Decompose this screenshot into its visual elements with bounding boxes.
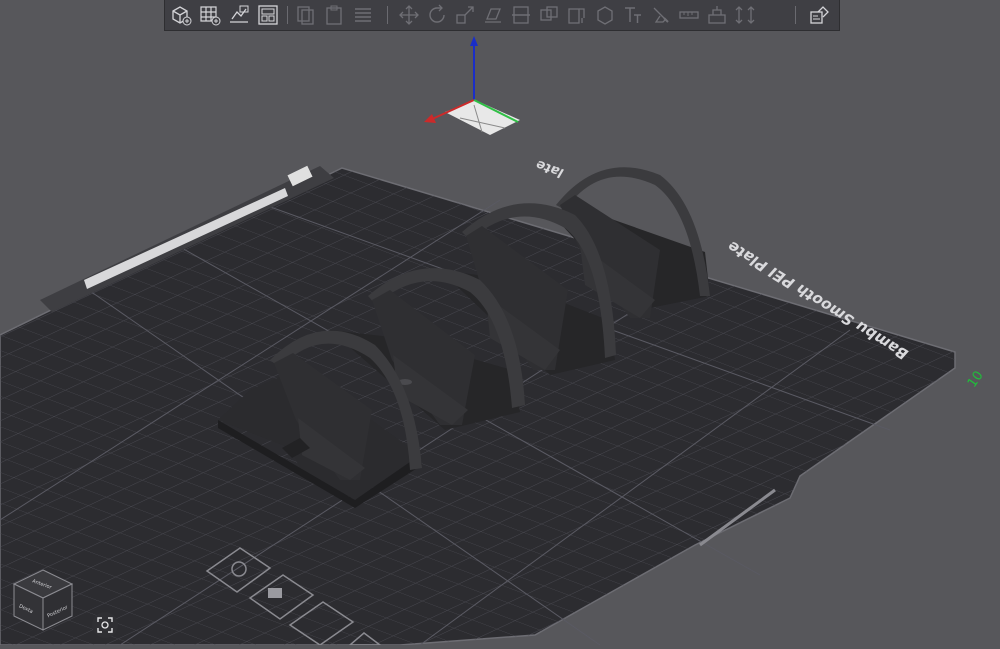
seam-paint-button[interactable] (593, 3, 617, 27)
arrange-icon (258, 5, 278, 25)
fit-height-button[interactable] (733, 3, 757, 27)
rotate-button[interactable] (425, 3, 449, 27)
color-paint-icon (653, 7, 669, 23)
arrange-button[interactable] (256, 3, 280, 27)
text-button[interactable] (621, 3, 645, 27)
color-paint-button[interactable] (649, 3, 673, 27)
assembly-icon (708, 6, 726, 24)
scale-icon (456, 6, 474, 24)
measure-button[interactable] (677, 3, 701, 27)
copy-button[interactable] (293, 3, 317, 27)
plate-label-top: late (533, 157, 567, 180)
plate-number: 10 (965, 368, 987, 390)
lay-on-face-button[interactable] (481, 3, 505, 27)
add-plate-button[interactable] (198, 3, 222, 27)
boolean-icon (540, 6, 558, 21)
main-toolbar (164, 0, 840, 31)
auto-orient-icon (230, 5, 249, 23)
lay-on-face-icon (485, 8, 501, 23)
support-paint-button[interactable] (565, 3, 589, 27)
zoom-fit-icon (97, 617, 113, 633)
cut-button[interactable] (509, 3, 533, 27)
3d-viewport[interactable]: Bambu Smooth PEI Plate late 10 (0, 0, 1000, 646)
cube-plus-icon (172, 6, 192, 26)
view-cube[interactable]: Anterior Dexta Posterior (10, 566, 76, 632)
paste-button[interactable] (322, 3, 346, 27)
move-button[interactable] (397, 3, 421, 27)
auto-orient-button[interactable] (227, 3, 251, 27)
copy-icon (297, 6, 314, 25)
assembly-button[interactable] (705, 3, 729, 27)
variable-layer-icon (810, 6, 829, 24)
axis-gizmo (424, 36, 520, 135)
add-object-button[interactable] (169, 3, 193, 27)
layers-icon (355, 8, 371, 22)
move-icon (399, 5, 419, 25)
mesh-boolean-button[interactable] (537, 3, 561, 27)
grid-plus-icon (200, 6, 221, 26)
fit-height-icon (735, 6, 755, 24)
scale-button[interactable] (453, 3, 477, 27)
text-icon (625, 7, 641, 23)
cut-icon (512, 6, 530, 24)
layers-button[interactable] (351, 3, 375, 27)
support-paint-icon (568, 8, 585, 24)
seam-paint-icon (597, 6, 613, 25)
variable-layer-button[interactable] (807, 3, 831, 27)
rotate-icon (429, 4, 445, 23)
measure-icon (679, 11, 699, 19)
zoom-to-fit-button[interactable] (92, 612, 118, 638)
paste-icon (326, 5, 342, 25)
